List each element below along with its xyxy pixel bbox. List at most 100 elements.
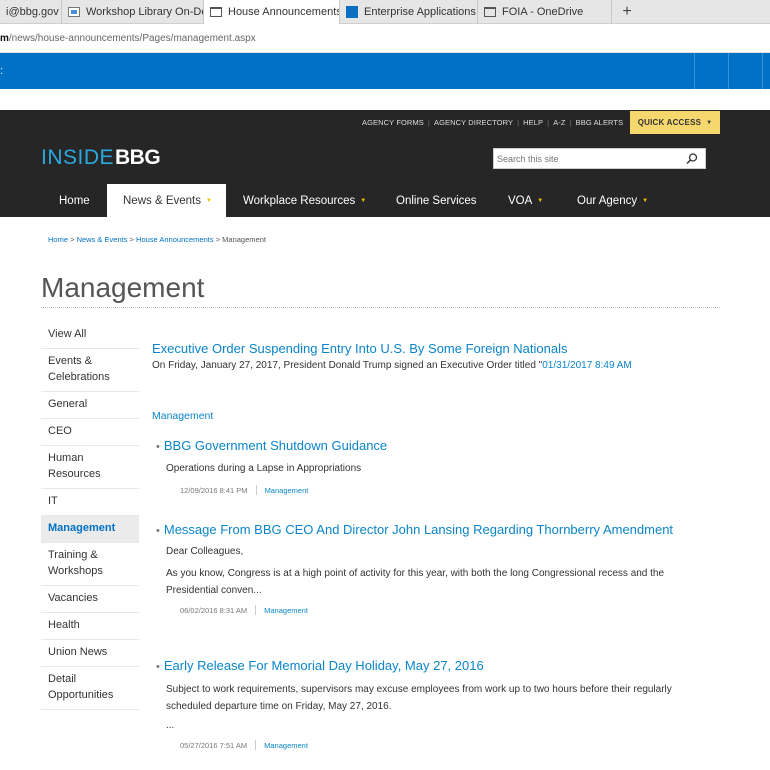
url-host: m	[0, 33, 9, 44]
chevron-down-icon: ▼	[706, 119, 713, 126]
address-bar[interactable]: m/news/house-announcements/Pages/managem…	[0, 25, 770, 53]
search-icon[interactable]	[685, 152, 699, 166]
browser-tab-strip: i@bbg.gov Workshop Library On-Dema House…	[0, 0, 770, 24]
announcement-title-link[interactable]: Message From BBG CEO And Director John L…	[164, 522, 673, 537]
browser-tab-mail[interactable]: i@bbg.gov	[0, 0, 62, 24]
announcement-summary: Subject to work requirements, supervisor…	[166, 684, 672, 712]
a-z-link[interactable]: A-Z	[549, 118, 569, 127]
sidebar-item-ceo[interactable]: CEO	[41, 419, 139, 446]
breadcrumb-house-announcements-link[interactable]: House Announcements	[136, 235, 214, 244]
announcement-title: • BBG Government Shutdown Guidance	[156, 437, 716, 456]
sidebar-item-vacancies[interactable]: Vacancies	[41, 586, 139, 613]
breadcrumb-news-events-link[interactable]: News & Events	[77, 235, 128, 244]
bullet: •	[156, 441, 160, 453]
nav-label: News & Events	[123, 194, 201, 207]
featured-title-link[interactable]: Executive Order Suspending Entry Into U.…	[152, 341, 712, 356]
bullet: •	[156, 525, 160, 537]
caret-down-icon: ▼	[360, 197, 367, 204]
site-search	[493, 148, 706, 169]
site-header: INSIDE BBG	[0, 134, 770, 184]
announcement-title-link[interactable]: Early Release For Memorial Day Holiday, …	[164, 658, 484, 673]
nav-label: Online Services	[396, 194, 477, 207]
browser-tab-foia-onedrive[interactable]: FOIA - OneDrive	[478, 0, 612, 24]
announcement-category-link[interactable]: Management	[264, 741, 308, 750]
nav-our-agency[interactable]: Our Agency ▼	[577, 184, 648, 217]
suite-bar-mark: :	[0, 65, 4, 77]
sidebar-item-union-news[interactable]: Union News	[41, 640, 139, 667]
nav-voa[interactable]: VOA ▼	[508, 184, 543, 217]
nav-online-services[interactable]: Online Services	[396, 184, 477, 217]
title-divider	[41, 307, 720, 308]
tab-label: i@bbg.gov	[6, 6, 59, 18]
tab-label: Workshop Library On-Dema	[86, 6, 203, 18]
browser-tab-house-announcements[interactable]: House Announcements ×	[204, 0, 340, 24]
new-tab-button[interactable]: +	[612, 0, 642, 24]
featured-announcement: Executive Order Suspending Entry Into U.…	[152, 341, 712, 371]
sidebar-item-training-workshops[interactable]: Training & Workshops	[41, 543, 139, 586]
divider	[255, 740, 257, 750]
sharepoint-icon	[346, 6, 358, 18]
announcement-title: • Early Release For Memorial Day Holiday,…	[156, 657, 716, 676]
suite-bar-divider	[694, 53, 695, 89]
breadcrumb-home-link[interactable]: Home	[48, 235, 68, 244]
announcement-date: 05/27/2016 7:51 AM	[180, 740, 248, 750]
page-title: Management	[41, 272, 205, 303]
breadcrumb-sep: >	[129, 235, 134, 244]
sidebar-item-management[interactable]: Management	[41, 516, 139, 543]
quick-access-button[interactable]: QUICK ACCESS ▼	[630, 111, 720, 134]
main-nav: Home News & Events ▼ Workplace Resources…	[0, 184, 770, 217]
breadcrumb-sep: >	[70, 235, 75, 244]
sidebar-item-view-all[interactable]: View All	[41, 322, 139, 349]
announcement-meta: 06/02/2016 8:31 AM Management	[180, 605, 716, 615]
breadcrumb-sep: >	[215, 235, 221, 244]
agency-directory-link[interactable]: AGENCY DIRECTORY	[430, 118, 517, 127]
nav-label: Workplace Resources	[243, 194, 356, 207]
sidebar-item-human-resources[interactable]: Human Resources	[41, 446, 139, 489]
caret-down-icon: ▼	[537, 197, 544, 204]
logo-bbg: BBG	[115, 146, 161, 169]
sidebar-item-general[interactable]: General	[41, 392, 139, 419]
caret-down-icon: ▼	[642, 197, 649, 204]
site-logo[interactable]: INSIDE BBG	[41, 146, 161, 170]
sidebar-item-events-celebrations[interactable]: Events & Celebrations	[41, 349, 139, 392]
search-input[interactable]	[494, 149, 674, 169]
sidebar-item-health[interactable]: Health	[41, 613, 139, 640]
nav-label: VOA	[508, 194, 533, 207]
divider	[255, 485, 257, 495]
announcement-item: • Early Release For Memorial Day Holiday,…	[156, 657, 716, 750]
url-path: /news/house-announcements/Pages/manageme…	[8, 33, 256, 44]
announcement-summary: As you know, Congress is at a high point…	[166, 568, 665, 596]
video-icon	[68, 7, 80, 17]
announcement-title-link[interactable]: BBG Government Shutdown Guidance	[164, 438, 387, 453]
announcement-item: • Message From BBG CEO And Director John …	[156, 521, 716, 615]
suite-bar-divider	[762, 53, 763, 89]
nav-news-events[interactable]: News & Events ▼	[107, 184, 226, 217]
announcement-title: • Message From BBG CEO And Director John …	[156, 521, 716, 540]
divider	[255, 605, 257, 615]
announcement-summary: Operations during a Lapse in Appropriati…	[166, 463, 362, 474]
featured-description: On Friday, January 27, 2017, President D…	[152, 360, 712, 371]
browser-tab-enterprise-applications[interactable]: Enterprise Applications Limi	[340, 0, 478, 24]
announcement-category-link[interactable]: Management	[264, 606, 308, 615]
announcement-meta: 05/27/2016 7:51 AM Management	[180, 740, 716, 750]
section-heading[interactable]: Management	[152, 410, 213, 422]
agency-forms-link[interactable]: AGENCY FORMS	[358, 118, 428, 127]
help-link[interactable]: HELP	[519, 118, 547, 127]
browser-tab-workshop-library[interactable]: Workshop Library On-Dema	[62, 0, 204, 24]
sidebar-item-detail-opportunities[interactable]: Detail Opportunities	[41, 667, 139, 710]
bbg-alerts-link[interactable]: BBG ALERTS	[572, 118, 628, 127]
announcement-date: 12/09/2016 8:41 PM	[180, 485, 248, 495]
sidebar-item-it[interactable]: IT	[41, 489, 139, 516]
tab-label: FOIA - OneDrive	[502, 6, 584, 18]
nav-workplace-resources[interactable]: Workplace Resources ▼	[243, 184, 366, 217]
bullet: •	[156, 661, 160, 673]
nav-home[interactable]: Home	[59, 184, 90, 217]
logo-inside: INSIDE	[41, 146, 115, 169]
tab-label: Enterprise Applications Limi	[364, 6, 477, 18]
announcement-category-link[interactable]: Management	[265, 486, 309, 495]
announcement-greeting: Dear Colleagues,	[166, 546, 244, 557]
announcement-item: • BBG Government Shutdown Guidance Operat…	[156, 437, 716, 495]
breadcrumb-current: Management	[222, 235, 266, 244]
page-icon	[210, 7, 222, 17]
tab-label: House Announcements	[228, 6, 340, 18]
